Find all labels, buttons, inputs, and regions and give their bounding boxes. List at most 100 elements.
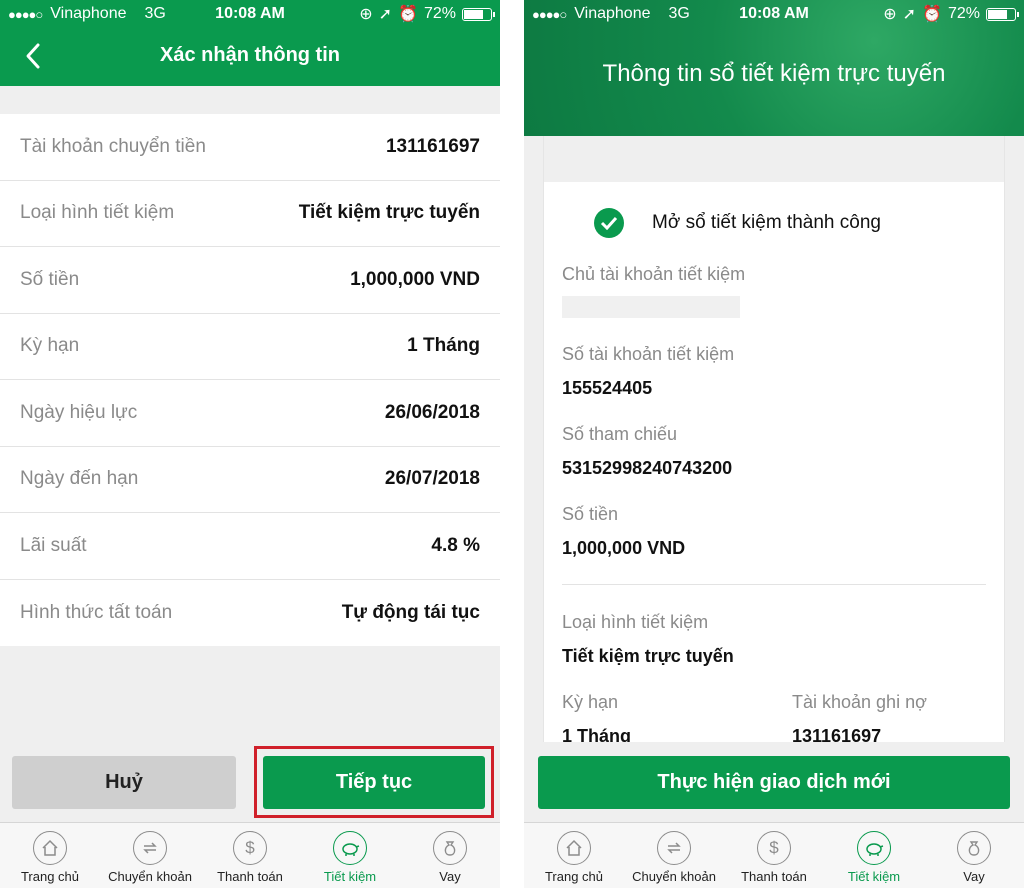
alarm-icon: ⏰ (398, 6, 418, 23)
battery-percent: 72% (423, 5, 456, 22)
battery-icon (986, 7, 1019, 21)
signal-icon: ●●●●○ (8, 6, 43, 22)
row-value: 26/06/2018 (384, 401, 480, 423)
row-value: Tiết kiệm trực tuyến (298, 202, 480, 224)
info-row-amount: Số tiền 1,000,000 VND (0, 247, 500, 314)
tab-label: Tiết kiệm (847, 869, 901, 884)
tab-payment[interactable]: $ Thanh toán (200, 823, 300, 888)
card-content: Mở sổ tiết kiệm thành công Chủ tài khoản… (544, 182, 1004, 742)
row-label: Ngày đến hạn (20, 468, 139, 490)
divider (562, 584, 986, 585)
transfer-icon (657, 831, 691, 865)
money-bag-icon (957, 831, 991, 865)
tab-bar: Trang chủ Chuyển khoản $ Thanh toán Tiết… (0, 822, 500, 888)
home-icon (557, 831, 591, 865)
cancel-button[interactable]: Huỷ (12, 756, 236, 809)
info-row-savings-type: Loại hình tiết kiệm Tiết kiệm trực tuyến (0, 181, 500, 247)
info-row-effective-date: Ngày hiệu lực 26/06/2018 (0, 380, 500, 447)
tab-savings[interactable]: Tiết kiệm (824, 823, 924, 888)
tab-label: Vay (963, 869, 985, 884)
tab-home[interactable]: Trang chủ (524, 823, 624, 888)
tab-label: Vay (439, 869, 461, 884)
carrier-label: Vinaphone (574, 5, 651, 22)
tab-savings[interactable]: Tiết kiệm (300, 823, 400, 888)
info-row-term: Kỳ hạn 1 Tháng (0, 314, 500, 380)
tab-transfer[interactable]: Chuyển khoản (100, 823, 200, 888)
piggy-bank-icon (333, 831, 367, 865)
page-title: Thông tin sổ tiết kiệm trực tuyến (602, 60, 946, 87)
row-value: 1 Tháng (407, 335, 480, 357)
battery-percent: 72% (947, 5, 980, 22)
debit-account-value: 131161697 (792, 726, 882, 742)
status-bar: ●●●●○ Vinaphone 3G 10:08 AM ⊕ ➚ ⏰ 72% (524, 0, 1024, 28)
header-banner: ●●●●○ Vinaphone 3G 10:08 AM ⊕ ➚ ⏰ 72% Th… (524, 0, 1024, 136)
debit-account-label: Tài khoản ghi nợ (792, 692, 927, 712)
network-label: 3G (668, 5, 690, 22)
battery-icon (462, 7, 495, 21)
location-icon: ➚ (902, 6, 917, 23)
owner-label: Chủ tài khoản tiết kiệm (562, 264, 746, 284)
confirm-screen: ●●●●○ Vinaphone 3G 10:08 AM ⊕ ➚ ⏰ 72% Xá… (0, 0, 500, 888)
card-top-strip (544, 136, 1004, 182)
row-label: Số tiền (20, 268, 80, 290)
status-bar: ●●●●○ Vinaphone 3G 10:08 AM ⊕ ➚ ⏰ 72% (0, 0, 500, 28)
row-label: Tài khoản chuyển tiền (20, 135, 206, 157)
row-value: 4.8 % (431, 534, 480, 556)
tab-loan[interactable]: Vay (924, 823, 1024, 888)
info-row-maturity-date: Ngày đến hạn 26/07/2018 (0, 447, 500, 513)
owner-name-redacted (562, 296, 740, 318)
tab-label: Thanh toán (217, 869, 283, 884)
tab-label: Trang chủ (544, 869, 604, 884)
tab-bar: Trang chủ Chuyển khoản $ Thanh toán Tiết… (524, 822, 1024, 888)
type-label: Loại hình tiết kiệm (562, 612, 709, 632)
tab-label: Chuyển khoản (632, 869, 716, 884)
screen-divider (500, 0, 524, 888)
carrier-label: Vinaphone (50, 5, 127, 22)
highlight-annotation (254, 746, 494, 818)
account-label: Số tài khoản tiết kiệm (562, 344, 735, 364)
tab-loan[interactable]: Vay (400, 823, 500, 888)
tab-label: Thanh toán (741, 869, 807, 884)
info-row-source-account: Tài khoản chuyển tiền 131161697 (0, 114, 500, 181)
row-label: Lãi suất (20, 534, 87, 556)
new-transaction-button[interactable]: Thực hiện giao dịch mới (538, 756, 1010, 809)
tab-label: Tiết kiệm (323, 869, 377, 884)
result-card: Mở sổ tiết kiệm thành công Chủ tài khoản… (543, 136, 1005, 742)
amount-value: 1,000,000 VND (562, 538, 686, 558)
success-text: Mở sổ tiết kiệm thành công (652, 212, 881, 233)
signal-icon: ●●●●○ (532, 6, 567, 22)
network-label: 3G (144, 5, 166, 22)
type-value: Tiết kiệm trực tuyến (562, 646, 734, 666)
term-label: Kỳ hạn (562, 692, 619, 712)
page-title: Xác nhận thông tin (160, 44, 340, 66)
rotation-lock-icon: ⊕ (359, 6, 373, 23)
info-row-settlement-method: Hình thức tất toán Tự động tái tục (0, 580, 500, 647)
piggy-bank-icon (857, 831, 891, 865)
dollar-icon: $ (757, 831, 791, 865)
money-bag-icon (433, 831, 467, 865)
rotation-lock-icon: ⊕ (883, 6, 897, 23)
row-value: 26/07/2018 (384, 468, 480, 490)
home-icon (33, 831, 67, 865)
dollar-icon: $ (233, 831, 267, 865)
tab-payment[interactable]: $ Thanh toán (724, 823, 824, 888)
tab-home[interactable]: Trang chủ (0, 823, 100, 888)
tab-label: Chuyển khoản (108, 869, 192, 884)
row-value: Tự động tái tục (341, 601, 480, 623)
reference-label: Số tham chiếu (562, 424, 678, 444)
row-value: 1,000,000 VND (350, 268, 480, 290)
row-label: Hình thức tất toán (20, 601, 173, 623)
row-label: Kỳ hạn (20, 335, 80, 357)
confirmation-list: Tài khoản chuyển tiền 131161697 Loại hìn… (0, 114, 500, 646)
row-label: Loại hình tiết kiệm (20, 202, 175, 224)
tab-transfer[interactable]: Chuyển khoản (624, 823, 724, 888)
location-icon: ➚ (378, 6, 393, 23)
success-message: Mở sổ tiết kiệm thành công (594, 208, 881, 238)
result-screen: ●●●●○ Vinaphone 3G 10:08 AM ⊕ ➚ ⏰ 72% Th… (524, 0, 1024, 888)
amount-label: Số tiền (562, 504, 619, 524)
header-bar: ●●●●○ Vinaphone 3G 10:08 AM ⊕ ➚ ⏰ 72% Xá… (0, 0, 500, 86)
reference-value: 53152998240743200 (562, 458, 733, 478)
transfer-icon (133, 831, 167, 865)
check-circle-icon (594, 208, 624, 238)
account-value: 155524405 (562, 378, 653, 398)
